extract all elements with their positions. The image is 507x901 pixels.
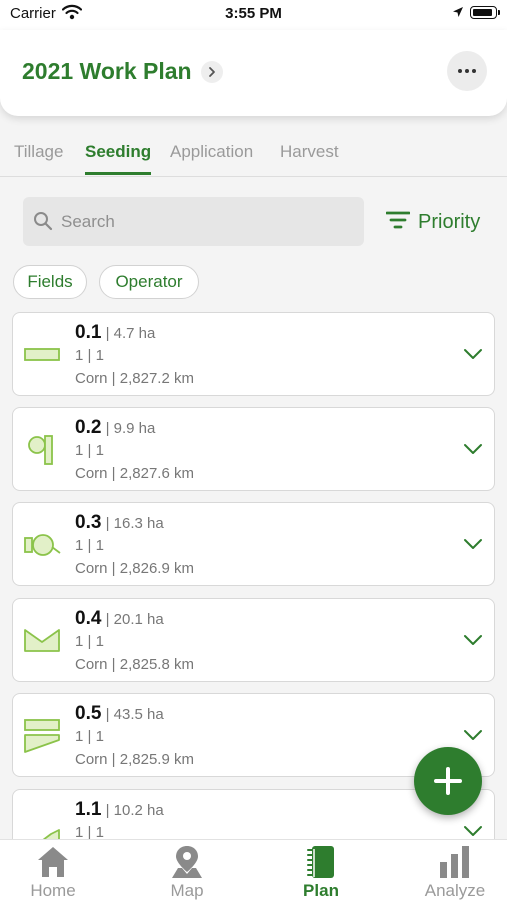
field-card[interactable]: 0.4 | 20.1 ha 1 | 1 Corn | 2,825.8 km bbox=[12, 598, 495, 682]
more-dot bbox=[472, 69, 476, 73]
more-dot bbox=[458, 69, 462, 73]
nav-analyze-label: Analyze bbox=[424, 881, 486, 900]
field-order: 1 | 1 bbox=[75, 824, 104, 839]
field-shape-icon bbox=[23, 812, 63, 839]
field-name: 1.1 bbox=[75, 799, 102, 820]
nav-home[interactable]: Home bbox=[0, 840, 116, 901]
field-title: 0.4 | 20.1 ha bbox=[75, 608, 164, 630]
field-detail: Corn | 2,825.8 km bbox=[75, 656, 194, 673]
field-name: 0.5 bbox=[75, 703, 102, 724]
tab-application[interactable]: Application bbox=[170, 142, 253, 162]
tab-seeding[interactable]: Seeding bbox=[85, 142, 151, 162]
field-name: 0.1 bbox=[75, 322, 102, 343]
more-options-button[interactable] bbox=[447, 51, 487, 91]
field-card[interactable]: 0.3 | 16.3 ha 1 | 1 Corn | 2,826.9 km bbox=[12, 502, 495, 586]
field-order: 1 | 1 bbox=[75, 347, 104, 364]
search-icon bbox=[33, 211, 53, 236]
nav-plan[interactable]: Plan bbox=[258, 840, 384, 901]
nav-map[interactable]: Map bbox=[124, 840, 250, 901]
notebook-icon bbox=[307, 846, 334, 878]
field-area: | 16.3 ha bbox=[105, 515, 164, 532]
search-bar[interactable] bbox=[23, 197, 364, 246]
add-field-button[interactable] bbox=[414, 747, 482, 815]
chevron-down-icon[interactable] bbox=[463, 633, 483, 652]
field-order: 1 | 1 bbox=[75, 537, 104, 554]
nav-home-label: Home bbox=[30, 881, 76, 900]
field-shape-icon bbox=[23, 716, 63, 756]
field-card[interactable]: 0.2 | 9.9 ha 1 | 1 Corn | 2,827.6 km bbox=[12, 407, 495, 491]
operator-filter-chip[interactable]: Operator bbox=[99, 265, 199, 299]
chevron-down-icon[interactable] bbox=[463, 824, 483, 839]
chevron-down-icon[interactable] bbox=[463, 347, 483, 366]
tab-tillage[interactable]: Tillage bbox=[14, 142, 63, 162]
chevron-down-icon[interactable] bbox=[463, 442, 483, 461]
plus-icon bbox=[414, 767, 482, 819]
chevron-down-icon[interactable] bbox=[463, 537, 483, 556]
home-icon bbox=[38, 847, 68, 877]
field-shape-icon bbox=[23, 335, 63, 375]
field-detail: Corn | 2,827.6 km bbox=[75, 465, 194, 482]
filter-lines-icon bbox=[385, 210, 411, 235]
more-dot bbox=[465, 69, 469, 73]
field-shape-icon bbox=[23, 525, 63, 565]
sort-label: Priority bbox=[418, 210, 481, 233]
battery-tip bbox=[498, 10, 500, 15]
nav-analyze[interactable]: Analyze bbox=[392, 840, 507, 901]
plan-header: 2021 Work Plan bbox=[0, 30, 507, 116]
battery-icon bbox=[470, 6, 497, 19]
field-title: 0.5 | 43.5 ha bbox=[75, 703, 164, 725]
chevron-down-icon[interactable] bbox=[463, 728, 483, 747]
tab-harvest[interactable]: Harvest bbox=[280, 142, 339, 162]
field-area: | 43.5 ha bbox=[105, 706, 164, 723]
clock: 3:55 PM bbox=[225, 5, 282, 22]
field-title: 1.1 | 10.2 ha bbox=[75, 799, 164, 821]
field-title: 0.1 | 4.7 ha bbox=[75, 322, 155, 344]
field-detail: Corn | 2,826.9 km bbox=[75, 560, 194, 577]
field-title: 0.3 | 16.3 ha bbox=[75, 512, 164, 534]
nav-map-label: Map bbox=[170, 881, 204, 900]
active-tab-indicator bbox=[85, 172, 151, 175]
bar-chart-icon bbox=[440, 846, 469, 878]
field-name: 0.3 bbox=[75, 512, 102, 533]
field-order: 1 | 1 bbox=[75, 633, 104, 650]
location-arrow-icon bbox=[452, 5, 464, 22]
status-bar: Carrier 3:55 PM bbox=[0, 0, 507, 30]
field-area: | 4.7 ha bbox=[105, 325, 156, 342]
page-title[interactable]: 2021 Work Plan bbox=[22, 58, 192, 85]
search-input[interactable] bbox=[59, 209, 353, 235]
field-name: 0.4 bbox=[75, 608, 102, 629]
bottom-nav: Home Map Plan Analyze bbox=[0, 839, 507, 901]
field-shape-icon bbox=[23, 430, 63, 470]
field-detail: Corn | 2,827.2 km bbox=[75, 370, 194, 387]
field-area: | 10.2 ha bbox=[105, 802, 164, 819]
nav-plan-label: Plan bbox=[303, 881, 339, 900]
field-shape-icon bbox=[23, 621, 63, 661]
sort-priority-button[interactable]: Priority bbox=[385, 208, 481, 236]
fields-filter-chip[interactable]: Fields bbox=[13, 265, 87, 299]
operation-tabs: Tillage Seeding Application Harvest bbox=[0, 128, 507, 177]
field-area: | 20.1 ha bbox=[105, 611, 164, 628]
field-order: 1 | 1 bbox=[75, 728, 104, 745]
chevron-right-icon[interactable] bbox=[201, 61, 223, 83]
field-order: 1 | 1 bbox=[75, 442, 104, 459]
field-card[interactable]: 0.1 | 4.7 ha 1 | 1 Corn | 2,827.2 km bbox=[12, 312, 495, 396]
field-name: 0.2 bbox=[75, 417, 102, 438]
map-pin-icon bbox=[172, 846, 202, 878]
field-title: 0.2 | 9.9 ha bbox=[75, 417, 155, 439]
field-detail: Corn | 2,825.9 km bbox=[75, 751, 194, 768]
field-area: | 9.9 ha bbox=[105, 420, 156, 437]
